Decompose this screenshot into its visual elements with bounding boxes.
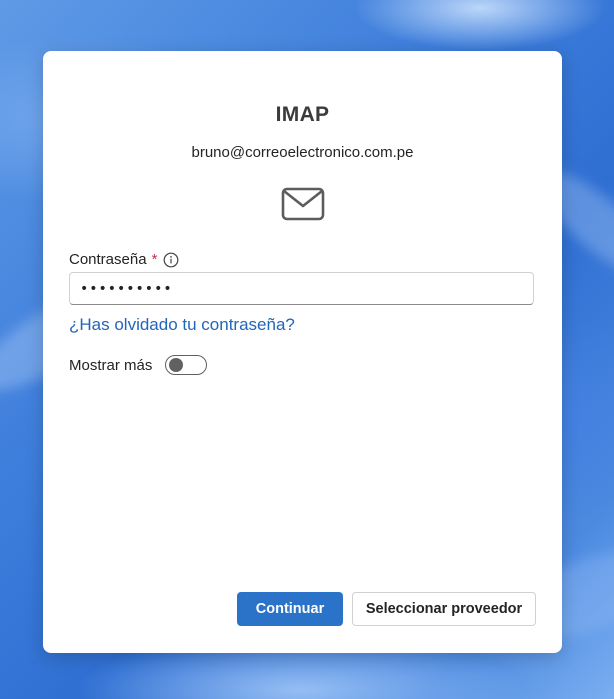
dialog-title: IMAP (275, 103, 330, 126)
imap-login-dialog: IMAP bruno@correoelectronico.com.pe Cont… (43, 51, 562, 653)
password-label-row: Contraseña * (69, 251, 179, 268)
mail-icon (281, 187, 325, 221)
account-email: bruno@correoelectronico.com.pe (191, 144, 414, 161)
show-more-label: Mostrar más (69, 356, 153, 374)
password-input[interactable]: •••••••••• (69, 272, 534, 305)
show-more-row: Mostrar más (69, 355, 208, 375)
info-icon[interactable] (163, 252, 179, 268)
toggle-knob (169, 358, 184, 372)
required-mark: * (151, 251, 158, 268)
show-more-toggle[interactable] (165, 355, 208, 375)
select-provider-button[interactable]: Seleccionar proveedor (352, 592, 536, 626)
forgot-password-link[interactable]: ¿Has olvidado tu contraseña? (69, 315, 295, 335)
password-value: •••••••••• (80, 280, 173, 297)
password-label: Contraseña (69, 251, 147, 268)
continue-button[interactable]: Continuar (237, 592, 343, 626)
